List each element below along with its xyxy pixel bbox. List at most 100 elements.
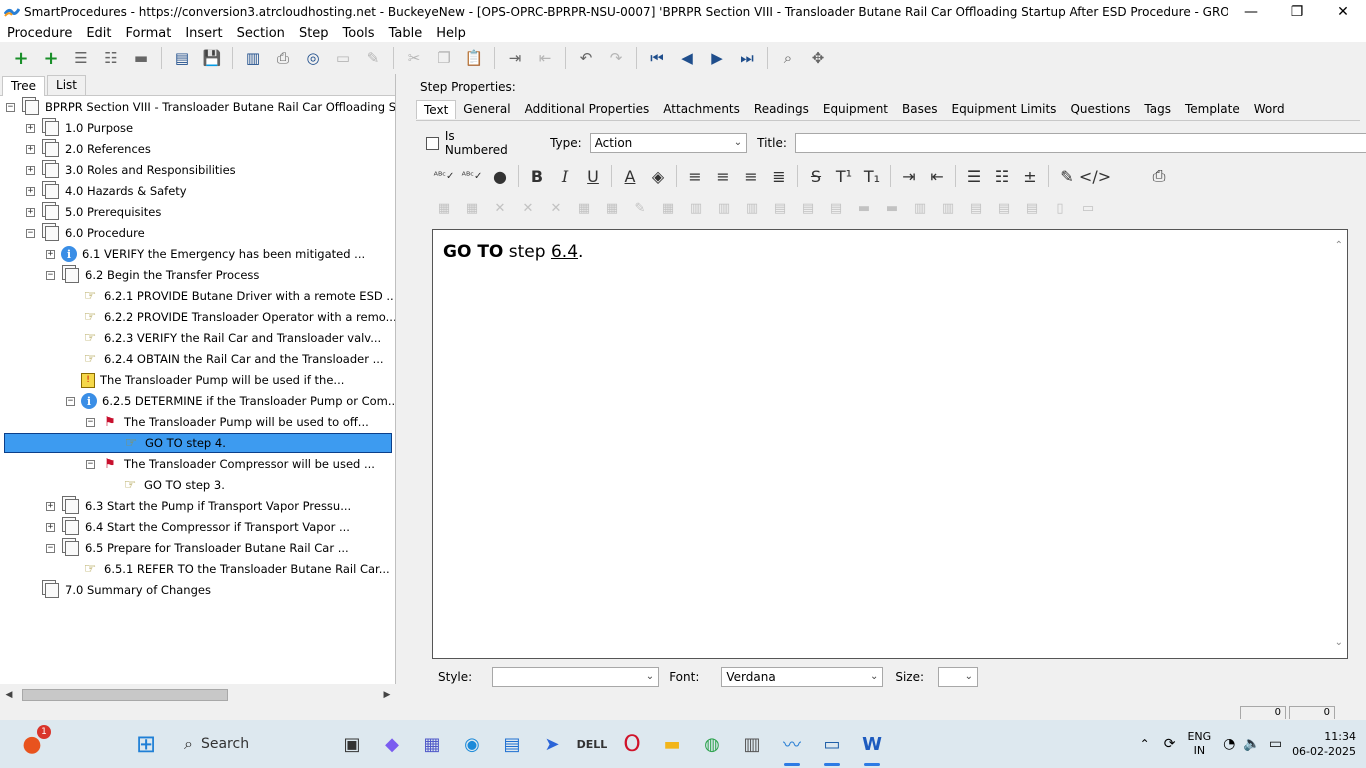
- app-icon[interactable]: ▥: [736, 728, 768, 760]
- expand-icon[interactable]: +: [46, 522, 55, 532]
- list-properties-icon[interactable]: ☷: [100, 47, 122, 69]
- tree-item[interactable]: ! The Transloader Pump will be used if th…: [66, 370, 344, 390]
- tree-item[interactable]: +1.0 Purpose: [26, 118, 133, 138]
- tab-questions[interactable]: Questions: [1063, 100, 1137, 118]
- distribute-rows-icon[interactable]: ▥: [936, 199, 960, 217]
- menu-procedure[interactable]: Procedure: [0, 26, 79, 41]
- chrome-icon[interactable]: ◍: [696, 728, 728, 760]
- table-grid-icon[interactable]: ▦: [572, 199, 596, 217]
- align-table-left-icon[interactable]: ▤: [964, 199, 988, 217]
- collapse-icon[interactable]: −: [86, 417, 95, 427]
- taskbar-search[interactable]: ⌕ Search: [174, 728, 324, 760]
- cell-edit-icon[interactable]: ✎: [628, 199, 652, 217]
- tree-item[interactable]: ☞ 6.2.1 PROVIDE Butane Driver with a remo…: [66, 286, 395, 306]
- style-select[interactable]: ⌄: [492, 667, 660, 687]
- spellcheck-icon[interactable]: ᴬᴮᶜ✓: [430, 164, 458, 188]
- menu-tools[interactable]: Tools: [336, 26, 382, 41]
- underline-icon[interactable]: U: [579, 164, 607, 188]
- delete-row-icon[interactable]: ▤: [824, 199, 848, 217]
- expand-icon[interactable]: +: [26, 186, 35, 196]
- clock[interactable]: 11:34 06-02-2025: [1292, 729, 1356, 759]
- insert-row-above-icon[interactable]: ▤: [768, 199, 792, 217]
- insert-column-right-icon[interactable]: ▥: [712, 199, 736, 217]
- strikethrough-icon[interactable]: S: [802, 164, 830, 188]
- menu-format[interactable]: Format: [119, 26, 179, 41]
- paste-icon[interactable]: 📋: [463, 47, 485, 69]
- tree-item[interactable]: +4.0 Hazards & Safety: [26, 181, 187, 201]
- superscript-icon[interactable]: T¹: [830, 164, 858, 188]
- table-clear-icon[interactable]: ✕: [544, 199, 568, 217]
- tree-item[interactable]: +2.0 References: [26, 139, 151, 159]
- next-step-icon[interactable]: ▶: [706, 47, 728, 69]
- menu-section[interactable]: Section: [230, 26, 292, 41]
- bold-icon[interactable]: B: [523, 164, 551, 188]
- outdent-icon[interactable]: ⇤: [923, 164, 951, 188]
- redo-icon[interactable]: ↷: [605, 47, 627, 69]
- tab-bases[interactable]: Bases: [895, 100, 944, 118]
- spellcheck-options-icon[interactable]: ᴬᴮᶜ✓: [458, 164, 486, 188]
- align-right-icon[interactable]: ≡: [737, 164, 765, 188]
- tree-item[interactable]: +6.4 Start the Compressor if Transport V…: [46, 517, 350, 537]
- tree-item[interactable]: − ⚑ The Transloader Pump will be used to o…: [86, 412, 369, 432]
- move-icon[interactable]: ✥: [807, 47, 829, 69]
- show-hidden-icons-icon[interactable]: ⌃: [1140, 737, 1150, 751]
- scroll-track[interactable]: [18, 688, 378, 702]
- indent-icon[interactable]: ⇥: [895, 164, 923, 188]
- tree-item[interactable]: − 6.0 Procedure: [26, 223, 145, 243]
- word-icon[interactable]: W: [856, 728, 888, 766]
- indent-icon[interactable]: ⇥: [504, 47, 526, 69]
- scroll-thumb[interactable]: [22, 689, 228, 701]
- tree-item[interactable]: +6.3 Start the Pump if Transport Vapor P…: [46, 496, 351, 516]
- tree-item[interactable]: 7.0 Summary of Changes: [26, 580, 211, 600]
- split-cells-icon[interactable]: ▬: [880, 199, 904, 217]
- subscript-icon[interactable]: T₁: [858, 164, 886, 188]
- save-icon[interactable]: 💾: [201, 47, 223, 69]
- expand-icon[interactable]: +: [26, 123, 35, 133]
- tab-equipment-limits[interactable]: Equipment Limits: [944, 100, 1063, 118]
- tab-tree[interactable]: Tree: [2, 76, 46, 96]
- menu-help[interactable]: Help: [429, 26, 473, 41]
- add-icon[interactable]: +: [10, 47, 32, 69]
- tree-item[interactable]: +5.0 Prerequisites: [26, 202, 161, 222]
- copy-icon[interactable]: ❐: [433, 47, 455, 69]
- notification-app-icon[interactable]: ● 1: [16, 725, 51, 760]
- remote-desktop-icon[interactable]: ▭: [816, 728, 848, 766]
- opera-icon[interactable]: O: [616, 728, 648, 760]
- clear-format-icon[interactable]: ✎: [1053, 164, 1081, 188]
- undo-icon[interactable]: ↶: [575, 47, 597, 69]
- table-properties-icon[interactable]: ▦: [460, 199, 484, 217]
- menu-edit[interactable]: Edit: [79, 26, 118, 41]
- tab-general[interactable]: General: [456, 100, 517, 118]
- export-icon[interactable]: ▥: [242, 47, 264, 69]
- expand-icon[interactable]: +: [26, 207, 35, 217]
- expand-icon[interactable]: +: [26, 165, 35, 175]
- font-select[interactable]: Verdana ⌄: [721, 667, 884, 687]
- cut-icon[interactable]: ✂: [403, 47, 425, 69]
- align-table-center-icon[interactable]: ▤: [992, 199, 1016, 217]
- cell-format-icon[interactable]: ▦: [656, 199, 680, 217]
- scroll-up-icon[interactable]: ⌃: [1335, 240, 1343, 251]
- tree-item[interactable]: − 6.5 Prepare for Transloader Butane Rail…: [46, 538, 349, 558]
- size-select[interactable]: ⌄: [938, 667, 979, 687]
- justify-icon[interactable]: ≣: [765, 164, 793, 188]
- scroll-left-icon[interactable]: ◀: [0, 690, 18, 700]
- type-select[interactable]: Action ⌄: [589, 133, 748, 153]
- tab-word[interactable]: Word: [1247, 100, 1292, 118]
- file-explorer-icon[interactable]: ▬: [656, 728, 688, 760]
- tree-item[interactable]: − 6.2 Begin the Transfer Process: [46, 265, 259, 285]
- collapse-icon[interactable]: −: [86, 459, 95, 469]
- scroll-right-icon[interactable]: ▶: [378, 690, 396, 700]
- font-color-icon[interactable]: A: [616, 164, 644, 188]
- network-status-icon[interactable]: ⟳: [1164, 736, 1176, 752]
- tab-attachments[interactable]: Attachments: [656, 100, 747, 118]
- collapse-icon[interactable]: −: [26, 228, 35, 238]
- tab-tags[interactable]: Tags: [1137, 100, 1178, 118]
- table-icon[interactable]: ▭: [332, 47, 354, 69]
- delete-column-icon[interactable]: ▥: [740, 199, 764, 217]
- task-view-icon[interactable]: ▣: [336, 728, 368, 760]
- html-source-icon[interactable]: </>: [1079, 164, 1111, 188]
- tab-list[interactable]: List: [47, 75, 86, 95]
- numbered-list-icon[interactable]: ☷: [988, 164, 1016, 188]
- italic-icon[interactable]: I: [551, 164, 579, 188]
- spellcheck-icon[interactable]: ◎: [302, 47, 324, 69]
